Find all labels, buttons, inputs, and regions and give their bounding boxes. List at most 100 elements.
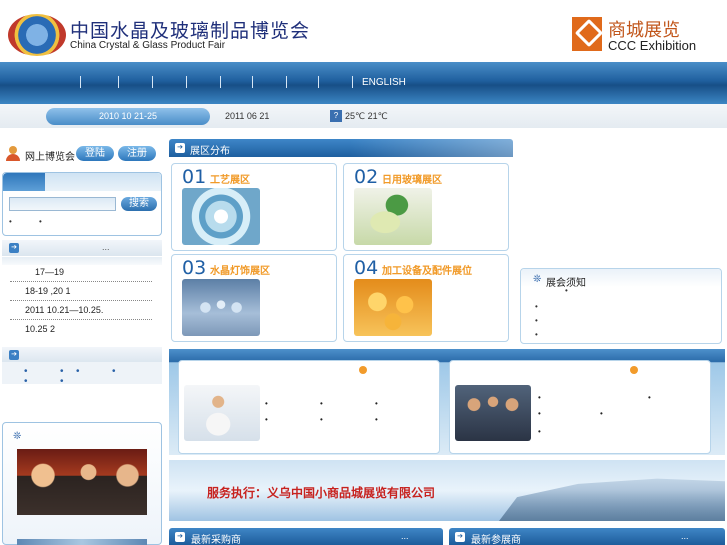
main-nav: ENGLISH	[0, 62, 727, 104]
latest-exhibitors-header: ➔ 最新参展商 ...	[449, 528, 725, 545]
arrow-right-icon: ➔	[175, 532, 185, 542]
online-fair-label: 网上博览会	[25, 152, 75, 163]
buyer-item[interactable]: •	[320, 415, 323, 424]
nav-separator	[186, 76, 187, 88]
divider	[2, 257, 162, 265]
zones-header: ➔ 展区分布	[169, 139, 513, 157]
fair-title-en: China Crystal & Glass Product Fair	[70, 40, 226, 51]
link-item[interactable]: •	[60, 376, 64, 387]
organizer-text: 服务执行：义乌中国小商品城展览有限公司	[207, 486, 436, 500]
fair-title-cn: 中国水晶及玻璃制品博览会	[70, 20, 311, 42]
exhibitor-item[interactable]: •	[600, 409, 603, 418]
news-item[interactable]: 10.25 2	[2, 324, 162, 337]
buyer-item[interactable]: •	[320, 399, 323, 408]
links-list: • • • • • •	[2, 362, 162, 387]
nav-separator	[252, 76, 253, 88]
login-button[interactable]: 登陆	[76, 146, 114, 161]
weather-temperature: 25℃ 21℃	[345, 111, 388, 121]
exhibitor-photo[interactable]	[455, 385, 531, 441]
search-tab-2[interactable]	[45, 173, 87, 191]
ccc-exhibition-logo[interactable]: 商城展览 CCC Exhibition	[566, 14, 708, 56]
search-option[interactable]: •	[9, 217, 12, 226]
flower-icon: ❊	[533, 274, 542, 285]
zone-name[interactable]: 加工设备及配件展位	[382, 262, 472, 277]
zone-name[interactable]: 水晶灯饰展区	[210, 262, 270, 277]
notice-item[interactable]: •	[535, 316, 538, 325]
event-photo[interactable]	[17, 539, 147, 545]
zone-image[interactable]	[354, 279, 432, 336]
arrow-right-icon: ➔	[9, 243, 19, 253]
search-button[interactable]: 搜索	[121, 197, 157, 211]
weather-icon: ?	[330, 110, 342, 122]
notice-item[interactable]: •	[535, 302, 538, 311]
header-decoration	[349, 139, 513, 157]
exhibitor-item[interactable]: •	[538, 393, 541, 402]
register-button[interactable]: 注册	[118, 146, 156, 161]
fair-dates: 2010 10 21-25	[46, 108, 210, 125]
exhibitor-item[interactable]: •	[538, 409, 541, 418]
zone-image[interactable]	[182, 279, 260, 336]
nav-english-link[interactable]: ENGLISH	[362, 77, 406, 88]
divider	[10, 300, 152, 301]
buyer-item[interactable]: •	[375, 399, 378, 408]
nav-separator	[286, 76, 287, 88]
arrow-right-icon: ➔	[9, 350, 19, 360]
zone-number: 04	[354, 257, 379, 279]
buyer-photo[interactable]	[184, 385, 260, 441]
exhibitor-item[interactable]: •	[648, 393, 651, 402]
organizer-banner[interactable]: 服务执行：义乌中国小商品城展览有限公司	[169, 460, 725, 521]
buyer-item[interactable]: •	[265, 399, 268, 408]
header: 中国水晶及玻璃制品博览会 China Crystal & Glass Produ…	[0, 0, 727, 62]
search-option[interactable]: •	[39, 217, 42, 226]
online-fair-row: 网上博览会 登陆 注册	[2, 144, 162, 163]
news-more-link[interactable]: ...	[102, 242, 110, 252]
zone-card-02[interactable]: 02 日用玻璃展区	[343, 163, 509, 251]
arrow-right-icon: ➔	[455, 532, 465, 542]
zone-card-04[interactable]: 04 加工设备及配件展位	[343, 254, 509, 342]
link-item[interactable]: •	[112, 366, 116, 377]
fair-logo[interactable]: 中国水晶及玻璃制品博览会 China Crystal & Glass Produ…	[8, 14, 309, 56]
divider	[10, 319, 152, 320]
link-item[interactable]: •	[76, 366, 80, 377]
zone-number: 03	[182, 257, 207, 279]
zone-card-03[interactable]: 03 水晶灯饰展区	[171, 254, 337, 342]
search-tabs	[3, 173, 161, 191]
zone-number: 01	[182, 166, 207, 188]
zone-image[interactable]	[182, 188, 260, 245]
orb-icon	[630, 366, 638, 374]
orb-icon	[359, 366, 367, 374]
zone-name[interactable]: 工艺展区	[210, 171, 250, 186]
links-header: ➔	[2, 347, 162, 363]
zone-image[interactable]	[354, 188, 432, 245]
exhibitor-item[interactable]: •	[538, 427, 541, 436]
notice-item[interactable]: •	[535, 330, 538, 339]
notice-item[interactable]: •	[565, 286, 568, 295]
news-item[interactable]: 17—19	[2, 267, 162, 280]
zone-name[interactable]: 日用玻璃展区	[382, 171, 442, 186]
news-item[interactable]: 18-19 ,20 1	[2, 286, 162, 299]
latest-buyers-title: 最新采购商	[191, 535, 241, 545]
buyer-item[interactable]: •	[265, 415, 268, 424]
buyer-item[interactable]: •	[375, 415, 378, 424]
latest-exhibitors-more[interactable]: ...	[681, 531, 689, 541]
nav-separator	[352, 76, 353, 88]
zone-number: 02	[354, 166, 379, 188]
today-date: 2011 06 21	[225, 111, 270, 121]
buyer-panel: • • • • • •	[178, 360, 440, 454]
divider	[10, 281, 152, 282]
search-tab-3[interactable]	[87, 173, 129, 191]
ccc-title-en: CCC Exhibition	[608, 38, 697, 53]
link-item[interactable]: •	[24, 376, 28, 387]
search-tab-1[interactable]	[3, 173, 45, 191]
left-column: 网上博览会 登陆 注册 搜索 • • ➔ ... 17—19 18-19 ,20…	[0, 136, 163, 545]
exhibition-hall-image	[499, 478, 725, 521]
event-photo[interactable]	[17, 449, 147, 515]
news-item[interactable]: 2011 10.21—10.25.	[2, 305, 162, 318]
photo-gallery: ❊	[2, 422, 162, 545]
latest-buyers-header: ➔ 最新采购商 ...	[169, 528, 443, 545]
zone-card-01[interactable]: 01 工艺展区	[171, 163, 337, 251]
latest-buyers-more[interactable]: ...	[401, 531, 409, 541]
latest-exhibitors-title: 最新参展商	[471, 535, 521, 545]
nav-separator	[118, 76, 119, 88]
search-input[interactable]	[9, 197, 116, 211]
